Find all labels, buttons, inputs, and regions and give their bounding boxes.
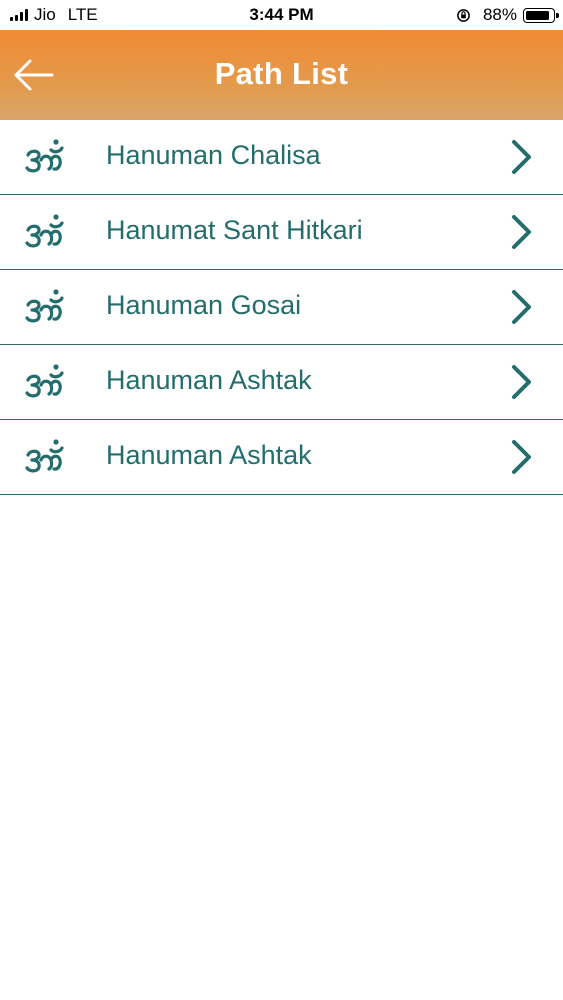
list-item[interactable]: Hanumat Sant Hitkari (0, 195, 563, 270)
list-item[interactable]: Hanuman Chalisa (0, 120, 563, 195)
status-bar: Jio LTE 3:44 PM 88% (0, 0, 563, 30)
chevron-right-icon (512, 290, 531, 324)
list-item[interactable]: Hanuman Ashtak (0, 345, 563, 420)
chevron-right-icon (512, 365, 531, 399)
chevron-right-icon (512, 215, 531, 249)
app-header: Path List (0, 30, 563, 120)
list-item[interactable]: Hanuman Ashtak (0, 420, 563, 495)
battery-icon (523, 7, 559, 23)
path-list: Hanuman Chalisa Hanumat Sant Hitkari Han… (0, 120, 563, 495)
chevron-right-icon (512, 140, 531, 174)
list-item-label: Hanumat Sant Hitkari (106, 215, 363, 245)
list-item-label: Hanuman Chalisa (106, 140, 321, 170)
om-icon (25, 139, 64, 173)
list-item-label: Hanuman Gosai (106, 290, 302, 320)
om-icon (25, 214, 64, 248)
list-item-label: Hanuman Ashtak (106, 440, 312, 470)
om-icon (25, 439, 64, 473)
om-icon (25, 364, 64, 398)
orientation-lock-icon (457, 8, 470, 22)
om-icon (25, 289, 64, 323)
list-item[interactable]: Hanuman Gosai (0, 270, 563, 345)
list-item-label: Hanuman Ashtak (106, 365, 312, 395)
chevron-right-icon (512, 440, 531, 474)
battery-percent: 88% (482, 5, 517, 24)
status-right: 88% (456, 5, 559, 25)
page-title: Path List (214, 56, 349, 91)
